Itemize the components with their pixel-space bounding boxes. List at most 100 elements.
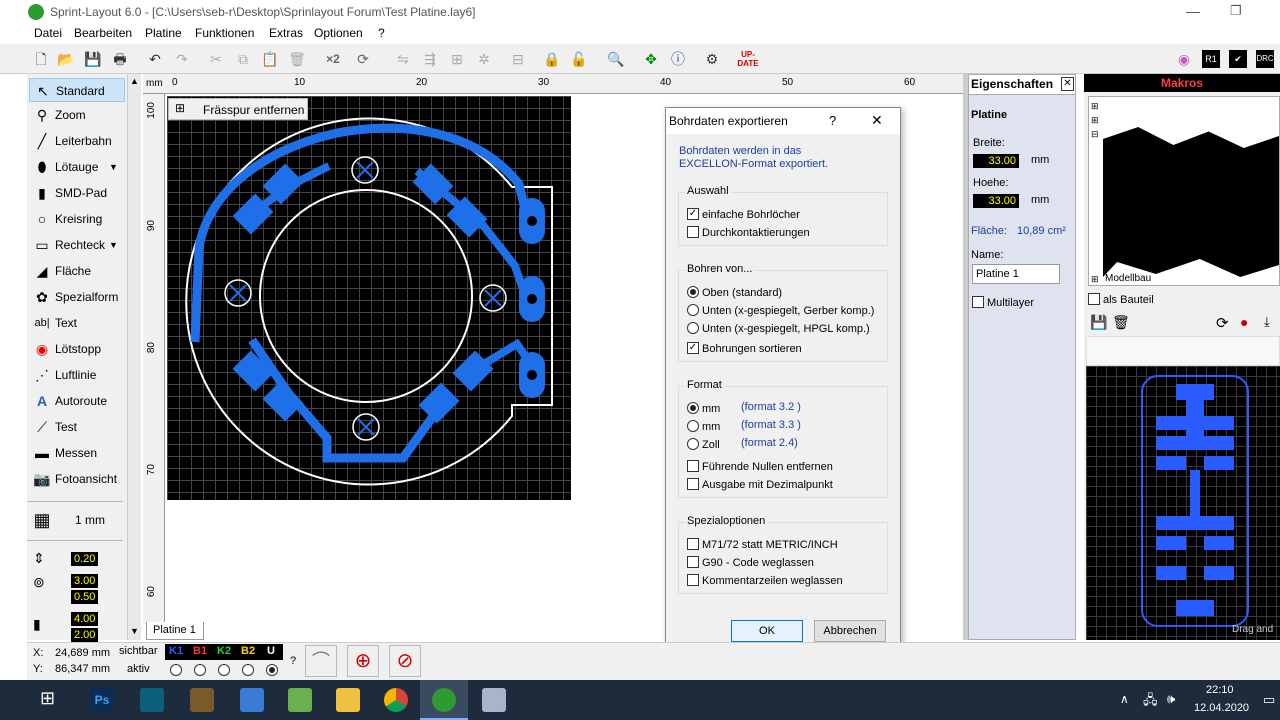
breite-value[interactable]: 33.00 xyxy=(973,153,1019,168)
mirror-icon[interactable]: ⇋ xyxy=(394,50,412,68)
checkbox-einfache-bohrloecher[interactable]: ✓ einfache Bohrlöcher xyxy=(687,207,800,223)
unlock-icon[interactable]: 🔓 xyxy=(570,50,588,68)
grid-setting[interactable]: ▦ 1 mm xyxy=(29,508,125,532)
macro-tree[interactable]: ⊞ ⊞ ⊟ ⊞ Modellbau xyxy=(1088,96,1280,286)
menu-funktionen[interactable]: Funktionen xyxy=(195,26,254,40)
tool-messen[interactable]: ▬ Messen xyxy=(29,441,125,465)
menu-optionen[interactable]: Optionen xyxy=(314,26,363,40)
checkbox-durchkontaktierungen[interactable]: Durchkontaktierungen xyxy=(687,225,810,241)
fraesspur-bar[interactable]: ⊞ Frässpur entfernen xyxy=(168,98,308,120)
trash-icon[interactable]: 🗑 xyxy=(1112,314,1130,331)
volume-icon[interactable]: 🕪 xyxy=(1167,691,1175,707)
track-width-value[interactable]: 0.20 xyxy=(71,551,99,566)
tool-luftlinie[interactable]: ⋰ Luftlinie xyxy=(29,363,125,387)
app-icon[interactable] xyxy=(190,688,214,712)
layer-b2[interactable]: B2 xyxy=(241,645,255,657)
layer-b1[interactable]: B1 xyxy=(193,645,207,657)
tool-zoom[interactable]: ⚲ Zoom xyxy=(29,103,125,127)
record-icon[interactable]: ● xyxy=(1240,314,1248,330)
app-icon[interactable] xyxy=(240,688,264,712)
print-icon[interactable]: 🖶 xyxy=(111,50,129,68)
drc-icon[interactable]: DRC xyxy=(1256,50,1274,68)
app-icon[interactable] xyxy=(482,688,506,712)
menu-extras[interactable]: Extras xyxy=(269,26,303,40)
macro-preview[interactable]: Drag and xyxy=(1086,366,1280,640)
radio-mm-32[interactable]: mm xyxy=(687,401,720,417)
active-b2-radio[interactable] xyxy=(242,663,257,677)
pad-inner-value[interactable]: 0.50 xyxy=(71,589,99,604)
layer-u[interactable]: U xyxy=(267,645,275,657)
radio-unten-hpgl[interactable]: Unten (x-gespiegelt, HPGL komp.) xyxy=(687,321,870,337)
crosshair-icon[interactable]: ⊕ xyxy=(347,645,379,677)
checkbox-g90[interactable]: G90 - Code weglassen xyxy=(687,555,814,571)
tool-scrollbar[interactable]: ▲ ▼ xyxy=(127,74,141,640)
tool-kreisring[interactable]: ○ Kreisring xyxy=(29,207,125,231)
minimize-icon[interactable]: — xyxy=(1186,3,1200,19)
menu-help[interactable]: ? xyxy=(378,26,385,40)
component-icon[interactable]: ⊟ xyxy=(509,50,527,68)
redo-icon[interactable]: ↷ xyxy=(173,50,191,68)
layer-k2[interactable]: K2 xyxy=(217,645,231,657)
tool-loetauge[interactable]: ⬮ Lötauge ▼ xyxy=(29,155,125,179)
download-icon[interactable]: ⤓ xyxy=(1264,314,1270,330)
chrome-icon[interactable] xyxy=(384,688,408,712)
pcb-board[interactable] xyxy=(167,96,571,500)
tool-rechteck[interactable]: ▭ Rechteck ▼ xyxy=(29,233,125,257)
sprint-layout-icon[interactable] xyxy=(432,688,456,712)
file-explorer-icon[interactable] xyxy=(336,688,360,712)
rotate-icon[interactable]: ⟳ xyxy=(354,50,372,68)
layer-k1[interactable]: K1 xyxy=(169,645,183,657)
tool-leiterbahn[interactable]: ╱ Leiterbahn xyxy=(29,129,125,153)
zoom-icon[interactable]: 🔍 xyxy=(607,50,625,68)
drc-status-icon[interactable]: ✔ xyxy=(1229,50,1247,68)
radio-zoll[interactable]: Zoll xyxy=(687,437,720,453)
notification-icon[interactable]: ▭ xyxy=(1263,692,1275,708)
snap-icon[interactable]: ✥ xyxy=(642,50,660,68)
save-icon[interactable]: 💾 xyxy=(84,50,102,68)
close-icon[interactable]: ✕ xyxy=(1061,77,1074,91)
paste-icon[interactable]: 📋 xyxy=(261,50,279,68)
macro-icon[interactable]: ◉ xyxy=(1175,50,1193,68)
cancel-button[interactable]: Abbrechen xyxy=(814,620,886,642)
checkbox-multilayer[interactable]: Multilayer xyxy=(972,296,1034,309)
align-icon[interactable]: ⇶ xyxy=(421,50,439,68)
checkbox-dezimalpunkt[interactable]: Ausgabe mit Dezimalpunkt xyxy=(687,477,833,493)
hoehe-value[interactable]: 33.00 xyxy=(973,193,1019,208)
active-k2-radio[interactable] xyxy=(218,663,233,677)
app-icon[interactable] xyxy=(140,688,164,712)
group-icon[interactable]: ⊞ xyxy=(448,50,466,68)
network-icon[interactable]: 🖧 xyxy=(1143,691,1158,713)
checkbox-kommentarzeilen[interactable]: Kommentarzeilen weglassen xyxy=(687,573,843,589)
clock-time[interactable]: 22:10 xyxy=(1206,684,1234,696)
duplicate-x2-button[interactable]: ×2 xyxy=(322,50,344,68)
lock-icon[interactable]: 🔒 xyxy=(543,50,561,68)
tool-fotoansicht[interactable]: 📷 Fotoansicht xyxy=(29,467,125,491)
chevron-down-icon[interactable]: ▼ xyxy=(109,233,118,257)
toggle-icon[interactable]: ⊞ xyxy=(175,101,185,115)
active-u-radio[interactable] xyxy=(266,663,281,677)
app-icon[interactable] xyxy=(288,688,312,712)
menu-datei[interactable]: Datei xyxy=(34,26,62,40)
tab-platine-1[interactable]: Platine 1 xyxy=(146,622,204,640)
pad-outer-value[interactable]: 3.00 xyxy=(71,573,99,588)
ok-button[interactable]: OK xyxy=(731,620,803,642)
photoshop-icon[interactable]: Ps xyxy=(90,688,114,712)
chevron-down-icon[interactable]: ▼ xyxy=(109,155,118,179)
tool-loetstopp[interactable]: ◉ Lötstopp xyxy=(29,337,125,361)
scanner-icon[interactable]: ⚙ xyxy=(703,50,721,68)
copy-icon[interactable]: ⧉ xyxy=(234,50,252,68)
close-icon[interactable]: ✕ xyxy=(871,112,883,129)
name-input[interactable]: Platine 1 xyxy=(972,264,1060,284)
save-icon[interactable]: 💾 xyxy=(1090,314,1107,331)
tool-test[interactable]: ⟋ Test xyxy=(29,415,125,439)
active-b1-radio[interactable] xyxy=(194,663,209,677)
open-folder-icon[interactable]: 📂 xyxy=(57,50,75,68)
tool-flaeche[interactable]: ◢ Fläche xyxy=(29,259,125,283)
checkbox-fuehrende-nullen[interactable]: Führende Nullen entfernen xyxy=(687,459,833,475)
delete-icon[interactable]: 🗑 xyxy=(288,50,306,68)
info-icon[interactable]: ⓘ xyxy=(669,50,687,68)
smd-height-value[interactable]: 2.00 xyxy=(71,627,99,642)
tool-smd-pad[interactable]: ▮ SMD-Pad xyxy=(29,181,125,205)
new-file-icon[interactable]: 🗋 xyxy=(32,50,50,68)
checkbox-bohrungen-sortieren[interactable]: ✓ Bohrungen sortieren xyxy=(687,341,802,357)
